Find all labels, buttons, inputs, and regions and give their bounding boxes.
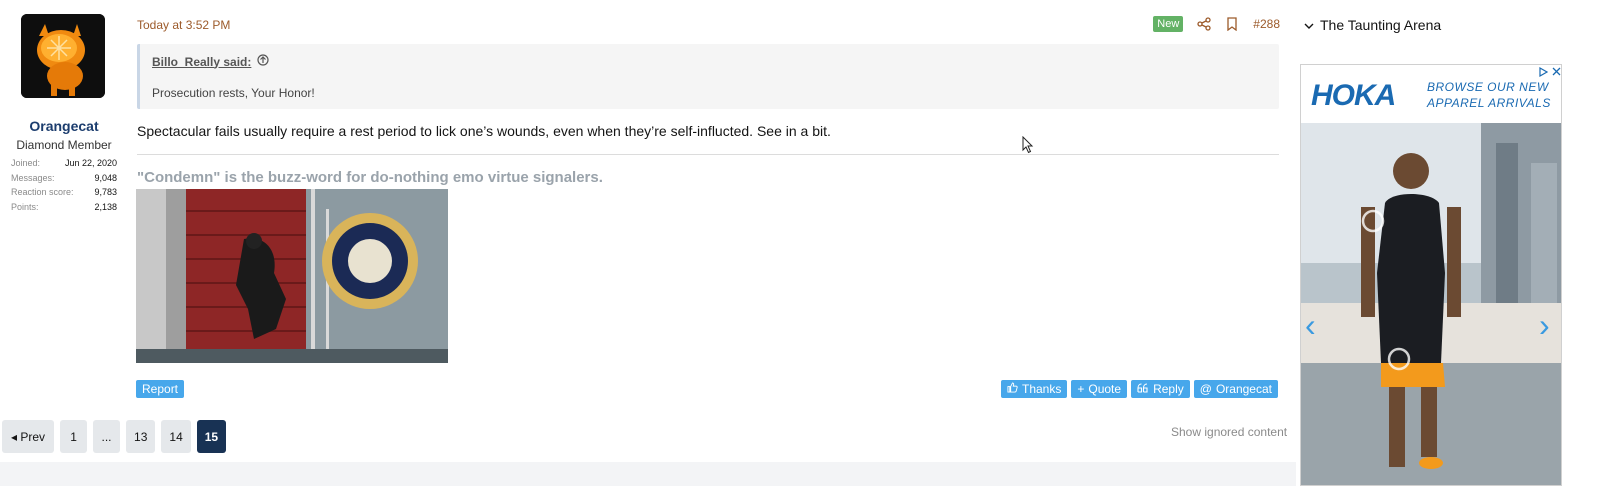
post-footer-left: Report xyxy=(136,380,185,398)
ad-header: HOKA BROWSE OUR NEW APPAREL ARRIVALS xyxy=(1301,65,1561,123)
ad-brand-logo[interactable]: HOKA xyxy=(1311,79,1396,113)
post-header-actions: New #288 xyxy=(1153,16,1280,32)
post-footer-actions: Thanks + Quote Reply @ Orangecat xyxy=(1001,380,1278,398)
user-title: Diamond Member xyxy=(16,138,112,152)
post-body-text: Spectacular fails usually require a rest… xyxy=(137,123,831,139)
stat-value: 2,138 xyxy=(94,201,117,212)
ad-photo[interactable]: ‹ › xyxy=(1301,123,1561,485)
chevron-down-icon[interactable] xyxy=(1304,17,1314,33)
stat-value: 9,048 xyxy=(94,172,117,183)
quote-block: Billo_Really said: Prosecution rests, Yo… xyxy=(137,44,1279,109)
sidebar: The Taunting Arena HOKA BROWSE OUR NEW A… xyxy=(1296,0,1600,486)
prev-page-button[interactable]: ◂ Prev xyxy=(2,420,55,453)
stat-points: Points: 2,138 xyxy=(11,200,117,215)
report-button[interactable]: Report xyxy=(136,380,185,398)
mention-button[interactable]: @ Orangecat xyxy=(1193,380,1278,398)
page-button-current[interactable]: 15 xyxy=(196,420,227,453)
stat-label: Reaction score: xyxy=(11,187,74,198)
user-stats: Joined: Jun 22, 2020 Messages: 9,048 Rea… xyxy=(11,156,117,214)
thumbs-up-icon xyxy=(1007,382,1018,396)
new-badge: New xyxy=(1153,16,1184,32)
username[interactable]: Orangecat xyxy=(0,118,128,134)
signature-divider xyxy=(137,154,1279,155)
stat-label: Points: xyxy=(11,201,39,212)
stat-label: Joined: xyxy=(11,158,41,169)
page-ellipsis-button[interactable]: ... xyxy=(93,420,121,453)
stat-reaction-score: Reaction score: 9,783 xyxy=(11,185,117,200)
bookmark-icon[interactable] xyxy=(1225,17,1239,31)
quote-label: Quote xyxy=(1088,382,1122,396)
quote-marks-icon xyxy=(1137,382,1149,396)
page-button-1[interactable]: 1 xyxy=(60,420,88,453)
ad-close-icon[interactable] xyxy=(1552,67,1561,80)
post-date[interactable]: Today at 3:52 PM xyxy=(137,18,230,32)
arrow-up-circle-icon[interactable] xyxy=(257,54,269,69)
mention-label: Orangecat xyxy=(1215,382,1272,396)
show-ignored-content-link[interactable]: Show ignored content xyxy=(1171,425,1287,439)
share-icon[interactable] xyxy=(1197,17,1211,31)
quote-author[interactable]: Billo_Really said: xyxy=(152,55,251,69)
page-button-14[interactable]: 14 xyxy=(161,420,191,453)
mouse-cursor-icon xyxy=(1022,135,1034,159)
quote-text: Prosecution rests, Your Honor! xyxy=(152,86,315,100)
ad-corner-controls xyxy=(1539,66,1561,80)
user-info-column: Orangecat Diamond Member Joined: Jun 22,… xyxy=(0,0,128,420)
thanks-button[interactable]: Thanks xyxy=(1001,380,1068,398)
ad-tagline-line2: APPAREL ARRIVALS xyxy=(1427,96,1551,110)
bottom-strip xyxy=(0,462,1296,486)
signature-image xyxy=(136,189,448,363)
quote-button[interactable]: + Quote xyxy=(1071,380,1128,398)
pagination: ◂ Prev 1 ... 13 14 15 xyxy=(2,420,227,453)
thanks-label: Thanks xyxy=(1022,382,1062,396)
reply-button[interactable]: Reply xyxy=(1131,380,1190,398)
avatar[interactable] xyxy=(21,14,105,98)
page: Orangecat Diamond Member Joined: Jun 22,… xyxy=(0,0,1600,486)
stat-messages: Messages: 9,048 xyxy=(11,171,117,186)
sidebar-forum-link[interactable]: The Taunting Arena xyxy=(1304,17,1441,33)
page-button-13[interactable]: 13 xyxy=(126,420,156,453)
sidebar-title[interactable]: The Taunting Arena xyxy=(1320,17,1441,33)
post: Today at 3:52 PM New #288 Billo_Really s… xyxy=(128,0,1288,410)
ad-tagline-line1: BROWSE OUR NEW xyxy=(1427,80,1549,94)
quote-author-link[interactable]: Billo_Really said: xyxy=(152,54,269,69)
post-number-link[interactable]: #288 xyxy=(1253,17,1280,31)
plus-icon: + xyxy=(1077,382,1085,396)
stat-label: Messages: xyxy=(11,172,55,183)
at-sign-icon: @ xyxy=(1199,382,1212,396)
stat-value: 9,783 xyxy=(94,187,117,198)
ad-tagline[interactable]: BROWSE OUR NEW APPAREL ARRIVALS xyxy=(1427,79,1551,111)
signature-text: "Condemn" is the buzz-word for do-nothin… xyxy=(137,169,603,186)
stat-joined: Joined: Jun 22, 2020 xyxy=(11,156,117,171)
ad-prev-arrow-icon[interactable]: ‹ xyxy=(1305,307,1316,344)
ad-choices-icon[interactable] xyxy=(1539,66,1549,80)
ad-next-arrow-icon[interactable]: › xyxy=(1539,307,1550,344)
stat-value: Jun 22, 2020 xyxy=(64,158,117,169)
reply-label: Reply xyxy=(1153,382,1184,396)
advertisement[interactable]: HOKA BROWSE OUR NEW APPAREL ARRIVALS ‹ › xyxy=(1300,64,1562,486)
